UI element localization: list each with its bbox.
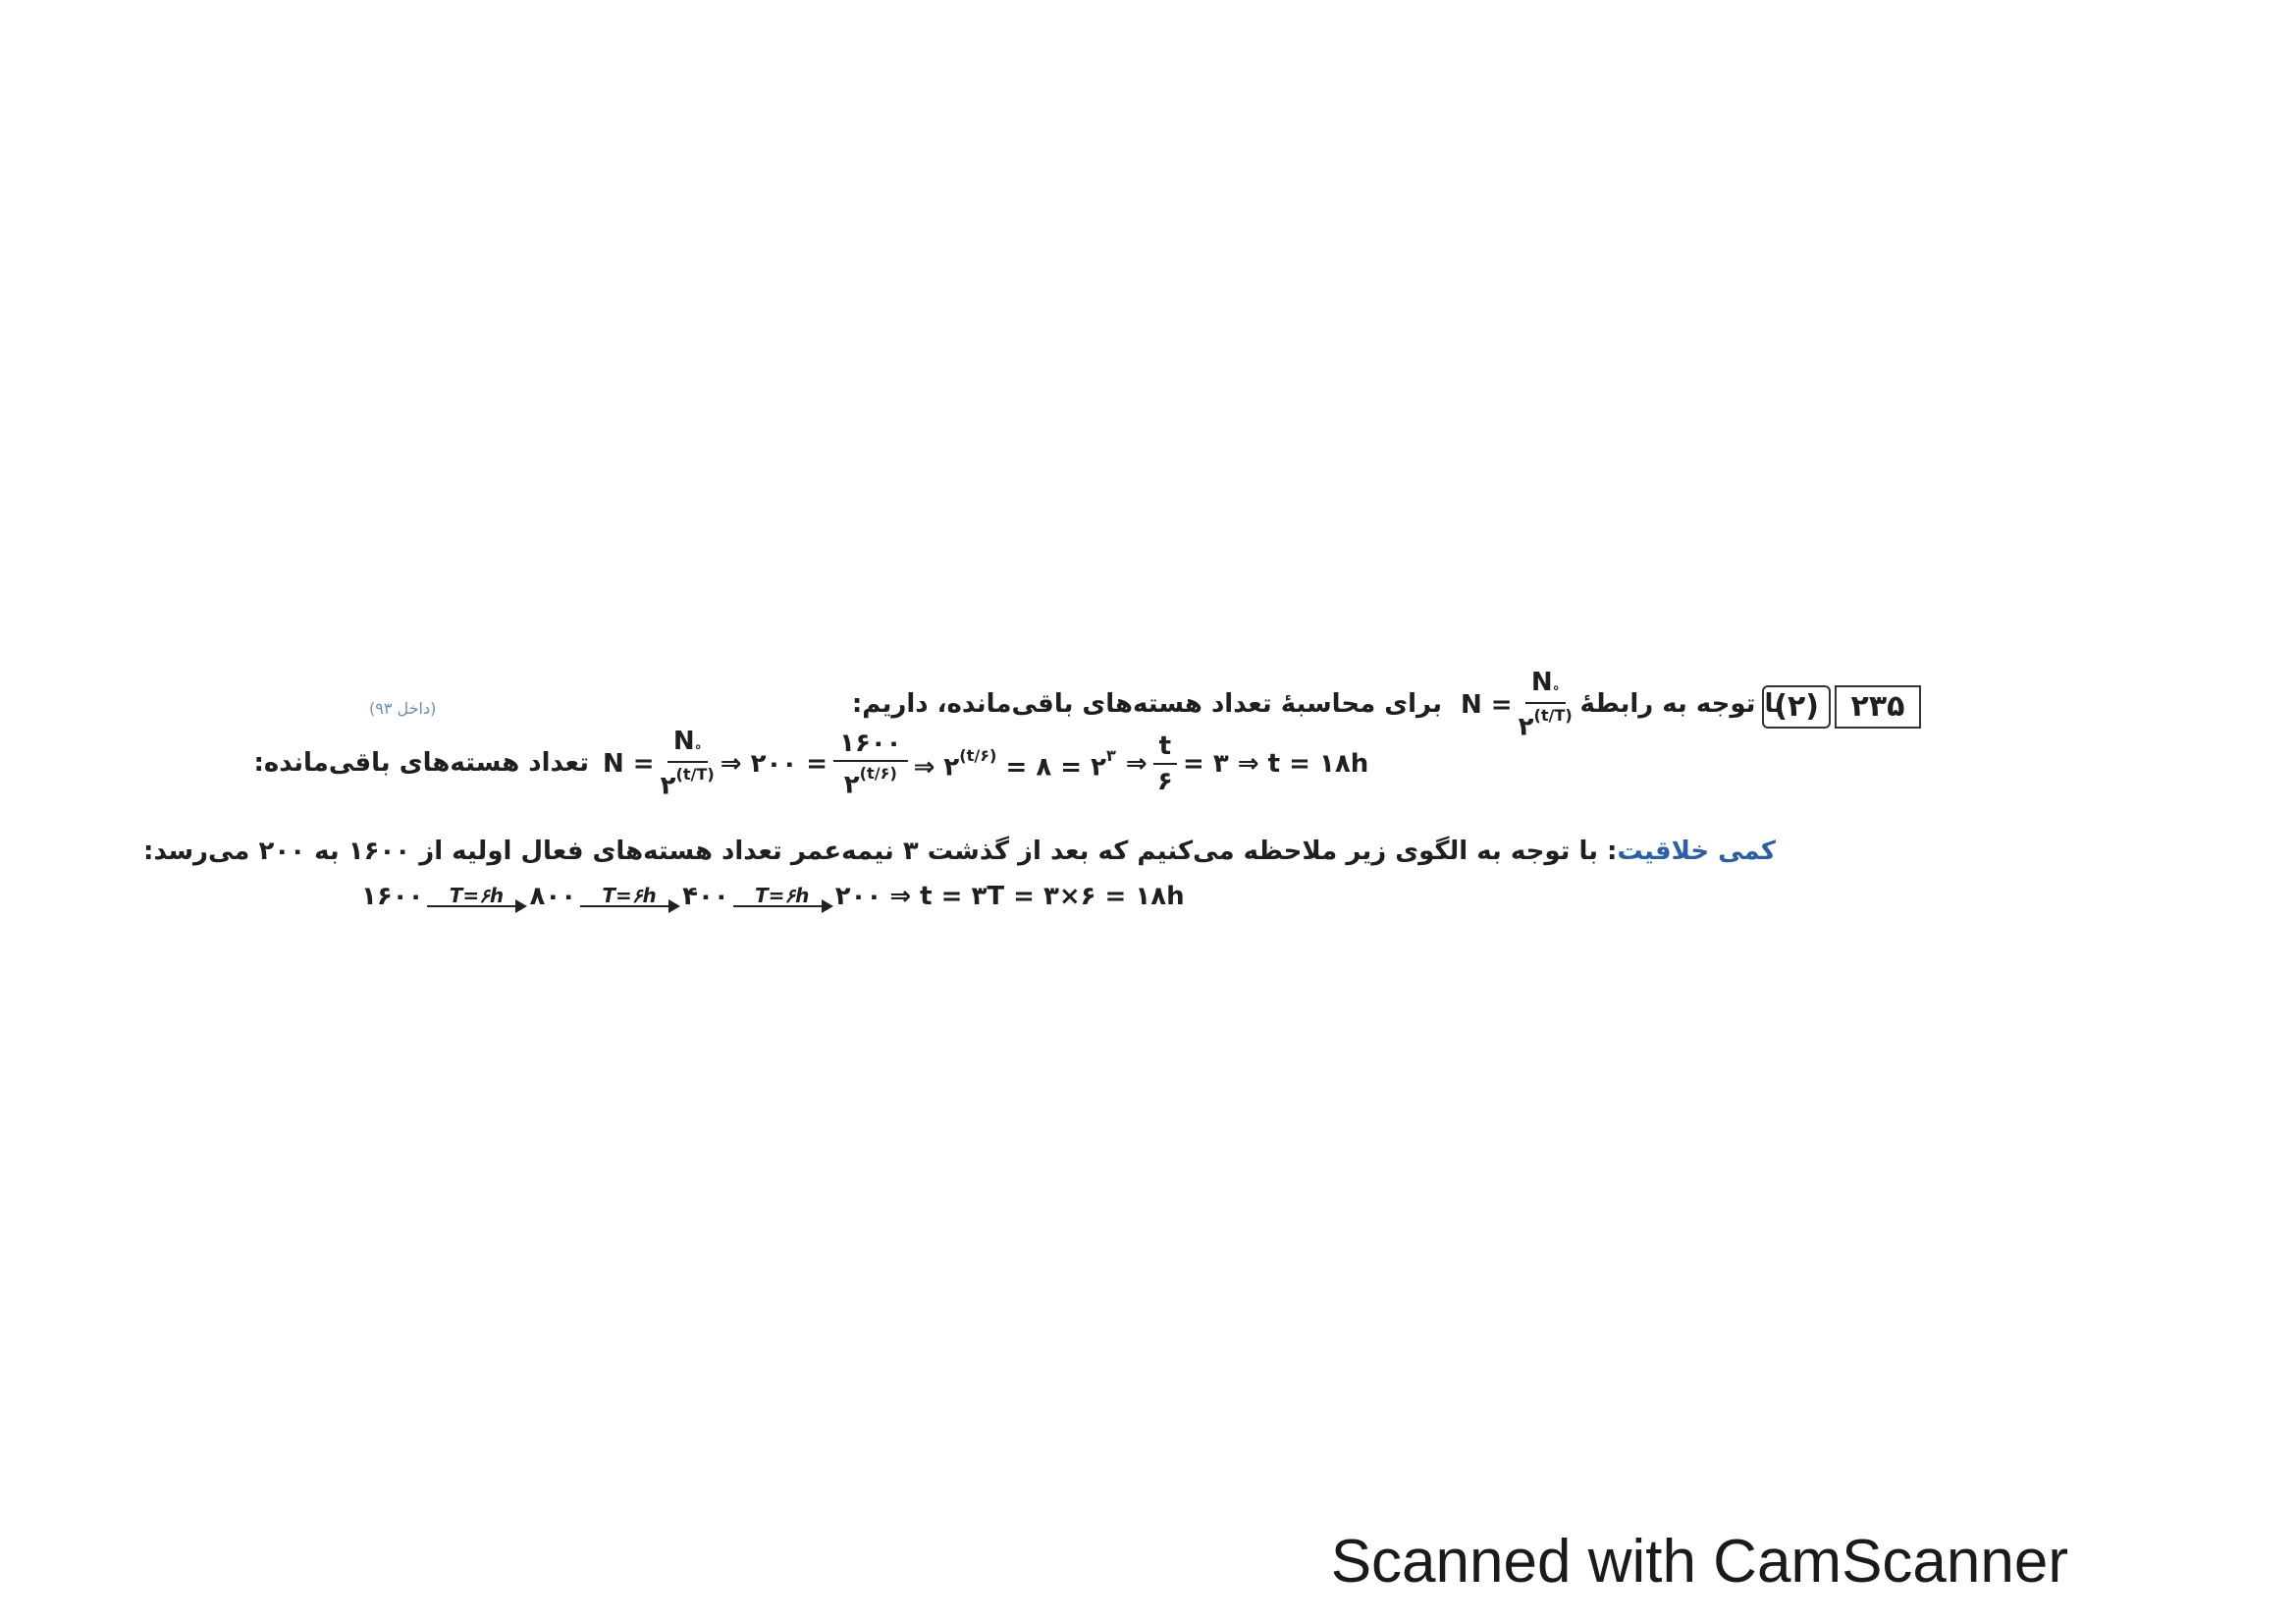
formula-numerator: N° [1524, 668, 1566, 705]
chain-value: ۸۰۰ [529, 882, 577, 911]
intro-before: با توجه به رابطهٔ [1579, 689, 1784, 719]
solution-exponent-2: (t/۶) [859, 763, 897, 783]
formula: N = N° ۲(t/T) [1461, 668, 1578, 742]
arrow-label: T=۶h [755, 884, 810, 907]
solution-result: = ۳ ⇒ t = ۱۸h [1183, 748, 1369, 779]
creativity-label: کمی خلاقیت [1617, 837, 1776, 866]
halflife-arrow: T=۶h [580, 884, 681, 913]
halflife-chain: ۱۶۰۰ T=۶h ۸۰۰ T=۶h ۴۰۰ T=۶h ۲۰۰ ⇒ t = ۳T… [361, 882, 1185, 913]
halflife-arrow: T=۶h [732, 884, 833, 913]
solution-fraction-3: t ۶ [1152, 731, 1178, 796]
intro-after: برای محاسبهٔ تعداد هسته‌های باقی‌مانده، … [851, 689, 1442, 719]
formula-lhs: N = [1461, 689, 1513, 720]
arrow-label: T=۶h [449, 884, 505, 907]
solution-exponent-1: (t/T) [675, 765, 715, 784]
solution-equation: N = N° ۲(t/T) ⇒ ۲۰۰ = ۱۶۰۰ ۲(t/۶) ⇒ ۲(t/… [603, 727, 1368, 801]
question-header: (۲) ۲۳۵ [1762, 685, 1921, 729]
chain-value: ۱۶۰۰ [361, 882, 424, 911]
chain-result: ⇒ t = ۳T = ۳×۶ = ۱۸h [889, 882, 1185, 911]
solution-label: تعداد هسته‌های باقی‌مانده: [253, 748, 589, 778]
formula-fraction: N° ۲(t/T) [1519, 668, 1573, 742]
chain-value: ۲۰۰ [834, 882, 882, 911]
question-number: ۲۳۵ [1835, 685, 1921, 729]
formula-denominator: ۲(t/T) [1518, 706, 1573, 742]
creativity-line: کمی خلاقیت: با توجه به الگوی زیر ملاحظه … [143, 837, 1776, 866]
arrow-label: T=۶h [602, 884, 657, 907]
formula-exponent: (t/T) [1533, 706, 1573, 726]
source-note: (داخل ۹۳) [369, 699, 437, 718]
solution-fraction-2: ۱۶۰۰ ۲(t/۶) [833, 729, 908, 800]
solution-step2: ⇒ ۲(t/۶) [913, 745, 997, 783]
solution-numerator-3: t [1152, 731, 1178, 765]
solution-n-eq: N = [603, 748, 655, 779]
halflife-arrow: T=۶h [427, 884, 528, 913]
solution-denominator-2: ۲ [843, 770, 860, 800]
scanner-watermark: Scanned with CamScanner [1330, 1528, 2068, 1596]
solution-step3: ⇒ [1125, 748, 1148, 779]
solution-fraction-1: N° ۲(t/T) [660, 727, 715, 801]
creativity-text: : با توجه به الگوی زیر ملاحظه می‌کنیم که… [143, 837, 1618, 866]
solution-numerator-2: ۱۶۰۰ [833, 729, 908, 762]
solution-denominator-1: ۲ [660, 771, 676, 801]
solution-denominator-3: ۶ [1156, 766, 1173, 796]
solution-step1: ⇒ ۲۰۰ = [720, 748, 828, 779]
solution-numerator-1: N [672, 727, 695, 756]
solution-step2-rest: = ۸ = ۲۳ [1005, 745, 1116, 783]
chain-value: ۴۰۰ [682, 882, 729, 911]
